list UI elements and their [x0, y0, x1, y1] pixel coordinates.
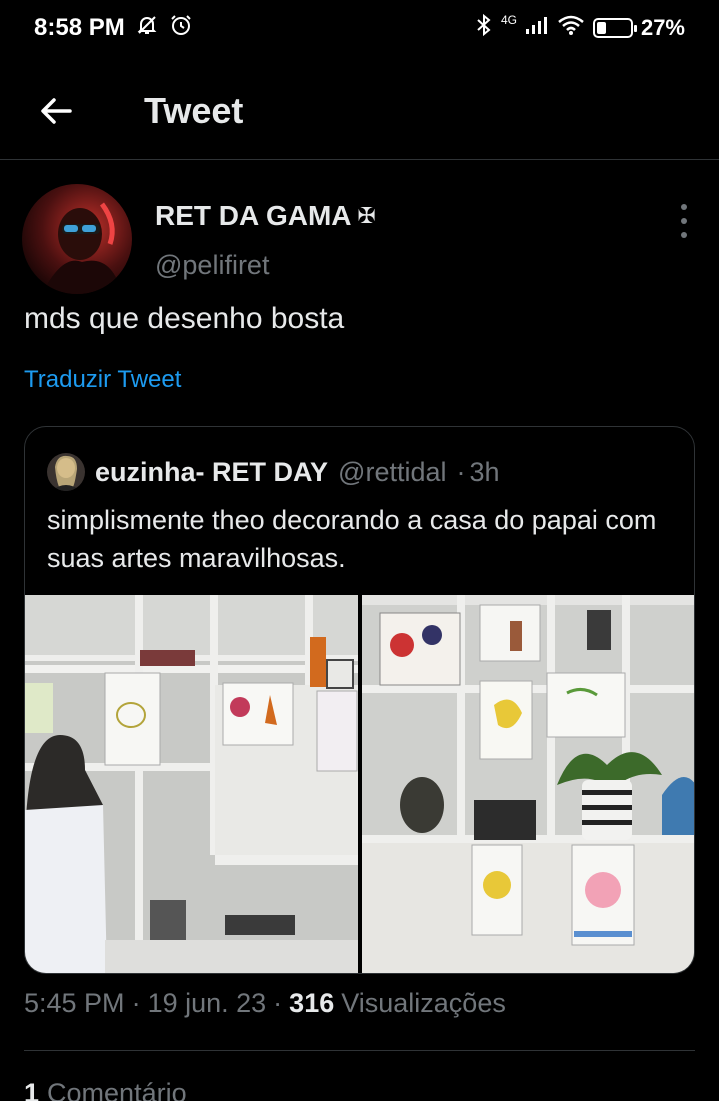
arrow-left-icon [41, 97, 72, 124]
network-label: 4G [500, 13, 517, 27]
tweet-meta: 5:45 PM · 19 jun. 23 · 316 Visualizações [24, 988, 506, 1019]
quoted-tweet[interactable]: euzinha- RET DAY @rettidal · 3h simplism… [24, 426, 695, 974]
more-dot-icon [681, 204, 687, 210]
comments-summary[interactable]: 1 Comentário [24, 1078, 187, 1101]
tweet-author: RET DA GAMA ✠ @pelifiret [22, 184, 702, 294]
tweet-time: 5:45 PM [24, 988, 125, 1018]
quote-media [25, 595, 694, 973]
page-title: Tweet [144, 89, 244, 131]
quote-sep: · [456, 456, 466, 487]
more-options-button[interactable] [674, 204, 694, 238]
page-header: Tweet [0, 62, 719, 160]
battery-percent: 27% [640, 15, 685, 40]
author-name-text: RET DA GAMA [155, 200, 352, 231]
meta-sep: · [273, 988, 283, 1018]
more-dot-icon [681, 218, 687, 224]
divider [24, 1050, 695, 1051]
comment-label: Comentário [47, 1078, 187, 1101]
back-button[interactable] [26, 81, 86, 141]
battery-fill [596, 22, 606, 34]
wifi-icon [557, 14, 585, 43]
views-label[interactable]: Visualizações [341, 988, 506, 1019]
signal-icon [525, 14, 549, 42]
quote-time: 3h [469, 456, 500, 487]
author-badge: ✠ [357, 203, 376, 228]
alarm-icon [169, 13, 193, 44]
tweet-date: 19 jun. 23 [147, 988, 267, 1018]
status-left: 8:58 PM [34, 13, 193, 44]
meta-sep: · [131, 988, 141, 1018]
author-handle[interactable]: @pelifiret [155, 250, 269, 281]
quote-text: simplismente theo decorando a casa do pa… [47, 505, 657, 573]
quote-author-handle: @rettidal [338, 456, 447, 487]
status-bar: 8:58 PM 4G 27% [0, 0, 719, 56]
quote-header: euzinha- RET DAY @rettidal · 3h [47, 453, 500, 491]
battery-icon [592, 18, 637, 38]
avatar[interactable] [22, 184, 132, 294]
status-right: 4G 27% [475, 13, 685, 44]
quote-author-name: euzinha- RET DAY [95, 456, 329, 487]
mute-icon [135, 13, 159, 44]
author-name[interactable]: RET DA GAMA ✠ [155, 200, 376, 232]
more-dot-icon [681, 232, 687, 238]
comment-count: 1 [24, 1078, 40, 1101]
status-time: 8:58 PM [34, 14, 125, 41]
bluetooth-icon [475, 13, 493, 44]
translate-link[interactable]: Traduzir Tweet [24, 366, 181, 394]
views-count[interactable]: 316 [289, 988, 334, 1019]
tweet-text: mds que desenho bosta [24, 302, 345, 335]
media-photo-1[interactable] [25, 595, 358, 973]
media-photo-2[interactable] [362, 595, 694, 973]
quote-avatar [47, 453, 85, 491]
